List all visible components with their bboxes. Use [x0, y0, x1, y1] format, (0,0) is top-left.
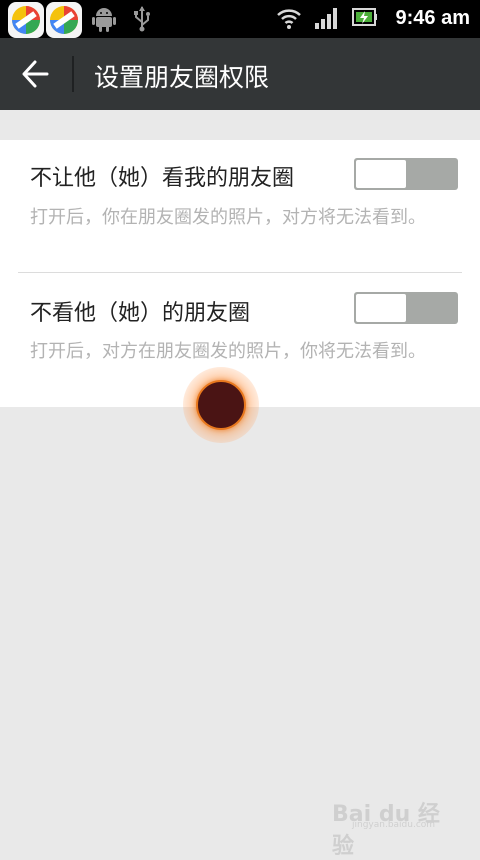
- setting-title: 不让他（她）看我的朋友圈: [30, 166, 295, 191]
- setting-description: 打开后，对方在朋友圈发的照片，你将无法看到。: [30, 341, 426, 362]
- wifi-icon: [277, 9, 301, 29]
- app-icon: [8, 2, 44, 38]
- back-button[interactable]: [10, 52, 62, 96]
- status-time: 9:46 am: [395, 7, 471, 29]
- action-bar: 设置朋友圈权限: [0, 38, 480, 110]
- battery-icon: [352, 8, 377, 26]
- arrow-left-icon: [22, 60, 49, 88]
- touch-indicator-core: [196, 380, 246, 430]
- hide-my-moments-toggle[interactable]: [354, 158, 458, 190]
- setting-title: 不看他（她）的朋友圈: [30, 301, 251, 326]
- app-icon: [46, 2, 82, 38]
- page-title: 设置朋友圈权限: [94, 63, 270, 92]
- watermark-sub: jingyan.baidu.com: [352, 820, 436, 830]
- settings-list: 不让他（她）看我的朋友圈 打开后，你在朋友圈发的照片，对方将无法看到。 不看他（…: [0, 140, 480, 407]
- watermark-logo: Bai du 经验 jingyan.baidu.com: [332, 790, 452, 859]
- toggle-knob: [356, 294, 406, 322]
- signal-icon: [315, 8, 337, 29]
- hide-their-moments-toggle[interactable]: [354, 292, 458, 324]
- usb-icon: [134, 6, 150, 32]
- setting-row-hide-my-moments[interactable]: 不让他（她）看我的朋友圈 打开后，你在朋友圈发的照片，对方将无法看到。: [0, 140, 480, 273]
- status-bar: 9:46 am: [0, 0, 480, 38]
- android-icon: [92, 8, 116, 32]
- toggle-knob: [356, 160, 406, 188]
- action-bar-divider: [72, 56, 74, 92]
- setting-description: 打开后，你在朋友圈发的照片，对方将无法看到。: [30, 207, 426, 228]
- touch-indicator: [183, 367, 259, 443]
